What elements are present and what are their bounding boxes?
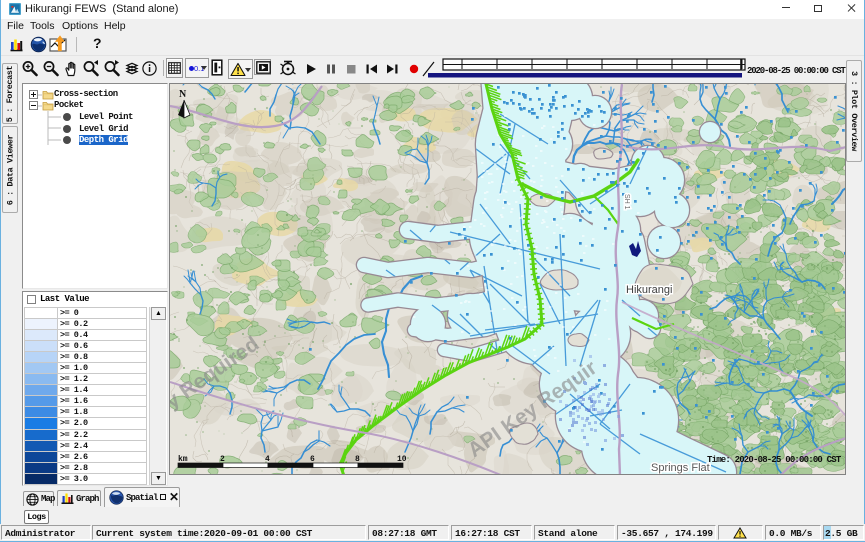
svg-text:4: 4 [265, 455, 270, 464]
svg-text:N: N [179, 89, 187, 100]
svg-text:10: 10 [397, 455, 407, 464]
svg-text:2: 2 [220, 455, 225, 464]
svg-text:Springs Flat: Springs Flat [651, 462, 710, 474]
svg-text:km: km [178, 455, 188, 464]
svg-text:Time: 2020-08-25 00:00:00 CST: Time: 2020-08-25 00:00:00 CST [707, 455, 842, 465]
svg-text:Hikurangi: Hikurangi [626, 284, 672, 296]
svg-text:SH 1: SH 1 [623, 194, 630, 210]
svg-text:6: 6 [310, 455, 315, 464]
svg-text:8: 8 [355, 455, 360, 464]
